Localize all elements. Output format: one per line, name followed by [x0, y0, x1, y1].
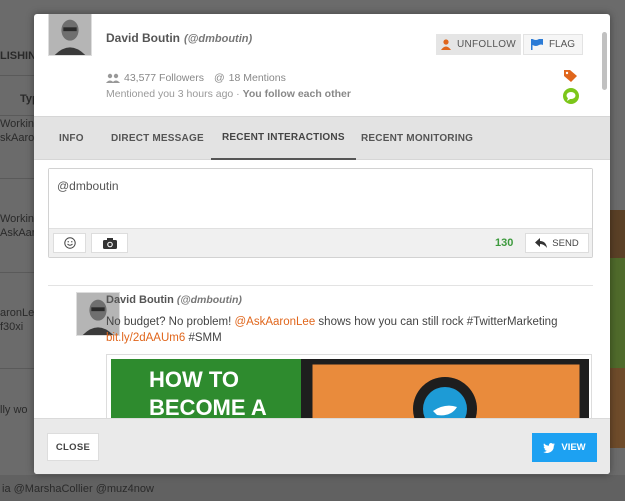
profile-stats: 43,577 Followers @ 18 Mentions [106, 72, 286, 84]
unfollow-button[interactable]: UNFOLLOW [436, 34, 521, 55]
composer-toolbar: 130 SEND [49, 228, 592, 257]
mentions-icon: @ [213, 72, 225, 84]
tweet-author-name: David Boutin [106, 294, 174, 306]
bg-right-image [610, 368, 625, 448]
bg-fragment: Working [0, 213, 34, 225]
avatar-photo-icon [49, 14, 91, 55]
followers-count: 43,577 Followers [124, 72, 204, 84]
tag-icon[interactable] [564, 70, 577, 82]
view-label: VIEW [561, 442, 586, 453]
tweet-text: No budget? No problem! @AskAaronLee show… [106, 314, 576, 346]
followers-icon [106, 73, 120, 83]
bg-fragment: skAaro [0, 132, 34, 144]
bg-divider [0, 75, 34, 76]
profile-tabs: INFO DIRECT MESSAGE RECENT INTERACTIONS … [34, 116, 610, 160]
tweet-author: David Boutin (@dmboutin) [106, 294, 242, 306]
bg-fragment: aronLee [0, 307, 34, 319]
tweet-url-link[interactable]: bit.ly/2dAAUm6 [106, 332, 185, 344]
bg-fragment: f30xi [0, 321, 24, 333]
view-button[interactable]: VIEW [532, 433, 597, 462]
flag-icon [530, 39, 543, 50]
tweet-mention-link[interactable]: @AskAaronLee [235, 316, 316, 328]
tweet-text-start: No budget? No problem! [106, 316, 235, 328]
unfollow-label: UNFOLLOW [456, 39, 517, 50]
reply-arrow-icon [535, 238, 548, 248]
send-button[interactable]: SEND [525, 233, 589, 253]
reply-input[interactable] [49, 169, 592, 229]
flag-button[interactable]: FLAG [523, 34, 583, 55]
reply-composer: 130 SEND [48, 168, 593, 258]
image-headline-line2: BECOME A [149, 395, 267, 418]
emoji-button[interactable] [53, 233, 86, 253]
mention-separator: · [233, 88, 243, 100]
bg-right-image [610, 258, 625, 368]
relationship-status: You follow each other [242, 88, 351, 100]
tweet-hashtag: #SMM [185, 332, 222, 344]
modal-scrollbar[interactable] [602, 32, 607, 90]
bg-bottom-text: ia @MarshaCollier @muz4now [0, 475, 625, 501]
mentioned-time: Mentioned you 3 hours ago [106, 88, 234, 100]
bg-divider [0, 115, 34, 116]
twitter-bird-icon [543, 442, 556, 453]
bg-fragment: AskAaro [0, 227, 34, 239]
photo-button[interactable] [91, 233, 128, 253]
bg-fragment: LISHIN [0, 50, 34, 62]
smiley-icon [63, 237, 76, 249]
close-button[interactable]: CLOSE [47, 433, 99, 461]
profile-name: David Boutin (@dmboutin) [106, 31, 252, 45]
avatar [48, 14, 92, 56]
send-label: SEND [552, 237, 579, 249]
tab-info[interactable]: INFO [59, 117, 84, 160]
profile-handle: (@dmboutin) [184, 33, 253, 45]
bg-fragment: Working [0, 118, 34, 130]
mention-info: Mentioned you 3 hours ago · You follow e… [106, 88, 351, 100]
profile-name-text: David Boutin [106, 31, 180, 45]
profile-header: David Boutin (@dmboutin) 43,577 Followers… [34, 14, 610, 116]
bg-divider [0, 272, 34, 273]
bg-divider [0, 178, 34, 179]
modal-scroll-area[interactable]: David Boutin (@dmboutin) 43,577 Followers… [34, 14, 610, 418]
tab-recent-interactions[interactable]: RECENT INTERACTIONS [211, 117, 356, 160]
bg-fragment: lly wo [0, 404, 28, 416]
flag-label: FLAG [548, 39, 576, 50]
tweet-image-graphic: HOW TO BECOME A [111, 359, 589, 418]
bg-fragment: Typ [20, 93, 34, 105]
tweet-author-handle: (@dmboutin) [176, 294, 242, 306]
mentions-count: 18 Mentions [228, 72, 286, 84]
profile-modal: David Boutin (@dmboutin) 43,577 Followers… [34, 14, 610, 474]
user-icon [440, 39, 451, 50]
character-count: 130 [495, 237, 514, 249]
modal-footer: CLOSE VIEW [34, 418, 610, 474]
camera-icon [102, 237, 117, 249]
tweet-text-middle: shows how you can still rock #TwitterMar… [315, 316, 558, 328]
bg-right-image [610, 210, 625, 258]
chat-icon[interactable] [563, 88, 579, 104]
tweet-image[interactable]: HOW TO BECOME A [106, 354, 592, 418]
tab-direct-message[interactable]: DIRECT MESSAGE [111, 117, 204, 160]
tab-recent-monitoring[interactable]: RECENT MONITORING [361, 117, 473, 160]
image-headline-line1: HOW TO [149, 367, 239, 392]
section-divider [48, 285, 593, 286]
bg-divider [0, 368, 34, 369]
